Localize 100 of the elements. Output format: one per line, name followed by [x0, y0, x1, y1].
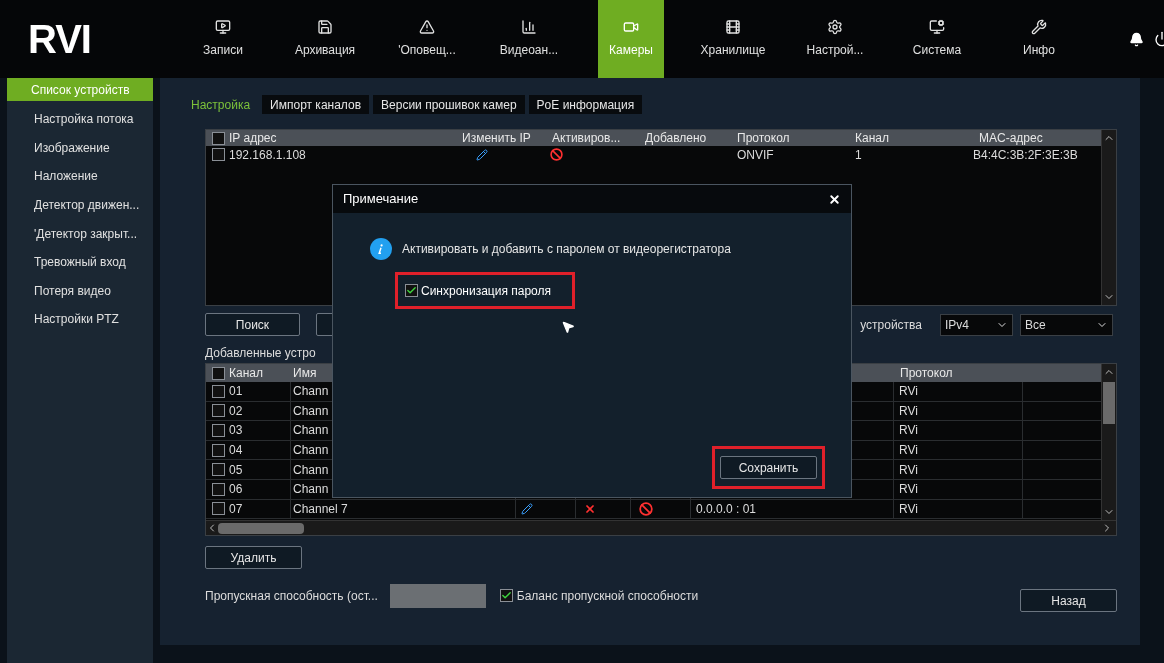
checkbox[interactable]	[499, 589, 513, 602]
scrollbar[interactable]	[1101, 130, 1116, 305]
table-cell-text: Chann	[293, 481, 329, 499]
tab[interactable]: Импорт каналов	[262, 95, 370, 114]
table-cell-text: RVi	[899, 500, 918, 518]
column-header: Протокол	[900, 366, 953, 380]
table-cell-text: 03	[229, 422, 243, 440]
sidebar-item[interactable]: Настройка потока	[7, 105, 153, 134]
table-cell: ONVIF	[737, 147, 774, 162]
sidebar-item[interactable]: Потеря видео	[7, 276, 153, 306]
scroll-thumb[interactable]	[1103, 382, 1115, 424]
table-cell-text: 0.0.0.0 : 01	[696, 500, 757, 518]
table-cell-text: Chann	[293, 461, 329, 479]
cursor-icon	[561, 319, 575, 335]
nav-icon	[521, 19, 537, 35]
delete-button[interactable]: Удалить	[205, 546, 302, 569]
sidebar-item[interactable]: Изображение	[7, 133, 153, 163]
checkbox[interactable]	[212, 482, 225, 496]
nav-tab[interactable]: Система	[904, 0, 970, 78]
column-header: Протокол	[737, 130, 790, 147]
nav-tab[interactable]: Хранилище	[694, 0, 772, 78]
sidebar-item[interactable]: Тревожный вход	[7, 247, 153, 277]
tab[interactable]: PoE информация	[528, 95, 643, 114]
nav-tab[interactable]: Архивация	[288, 0, 362, 78]
table-cell-text: 01	[229, 383, 243, 401]
checkbox-label: Синхронизация пароля	[421, 282, 551, 300]
scrollbar[interactable]	[1101, 364, 1116, 520]
column-header: Канал	[855, 130, 889, 147]
cross-icon	[584, 502, 596, 515]
nav-icon	[623, 19, 639, 35]
table-cell-text: Channel 7	[293, 500, 348, 518]
table-cell-text: 04	[229, 442, 243, 460]
checkbox[interactable]	[212, 384, 225, 398]
dropdown[interactable]: Все	[1020, 313, 1113, 336]
table-cell-text: Chann	[293, 442, 329, 460]
column-header: Имя	[293, 366, 317, 380]
sidebar-item[interactable]: 'Детектор закрыт...	[7, 219, 153, 248]
check-icon	[500, 590, 512, 601]
table-cell-text: RVi	[899, 402, 918, 420]
table-cell-text: 192.168.1.108	[229, 146, 306, 164]
table-cell-text: RVi	[899, 422, 918, 440]
close-icon[interactable]	[828, 192, 841, 206]
table-cell-text: 06	[229, 481, 243, 499]
nav-icon	[1031, 19, 1047, 35]
select-all-checkbox[interactable]	[212, 131, 225, 145]
save-button[interactable]: Сохранить	[720, 456, 817, 479]
logo: RVI	[27, 16, 92, 63]
checkbox-label: Баланс пропускной способности	[516, 587, 699, 605]
select-all-checkbox[interactable]	[212, 366, 225, 380]
dropdown[interactable]: IPv4	[940, 313, 1013, 336]
table-cell: B4:4C:3B:2F:3E:3B	[973, 147, 1078, 162]
nav-tab[interactable]: Настрой...	[800, 0, 870, 78]
table-cell-text: 05	[229, 461, 243, 479]
column-header: Канал	[229, 365, 263, 382]
nav-tab[interactable]: 'Оповещ...	[392, 0, 462, 78]
nav-icon	[827, 19, 843, 35]
search-button[interactable]: Поиск	[205, 313, 300, 336]
info-icon	[370, 238, 392, 260]
tab[interactable]: Версии прошивок камер	[373, 95, 525, 114]
column-header: Изменить IP	[462, 130, 531, 147]
nav-tab[interactable]: Видеоан...	[493, 0, 565, 78]
table-cell-text: Chann	[293, 422, 329, 440]
table-cell-text: 07	[229, 500, 243, 518]
table-cell-text: RVi	[899, 461, 918, 479]
check-icon	[406, 285, 417, 296]
ban-icon	[639, 501, 653, 516]
device-type-label: устройства	[860, 316, 922, 334]
nav-tab[interactable]: Записи	[190, 0, 256, 78]
table-cell-text: RVi	[899, 442, 918, 460]
dialog-message: Активировать и добавить с паролем от видеорегистратора	[402, 241, 731, 258]
nav-icon	[419, 19, 435, 35]
table-cell-text: RVi	[899, 383, 918, 401]
table-cell-text: Chann	[293, 402, 329, 420]
column-header: Добавлено	[645, 130, 707, 147]
checkbox[interactable]	[405, 284, 418, 297]
sidebar-item[interactable]: Детектор движен...	[7, 190, 153, 220]
table-cell-text: 02	[229, 402, 243, 420]
checkbox[interactable]	[212, 443, 225, 457]
pencil-icon[interactable]	[476, 148, 488, 161]
section-label: Добавленные устро	[205, 345, 316, 360]
checkbox[interactable]	[212, 424, 225, 437]
horizontal-scrollbar[interactable]	[206, 520, 1116, 535]
checkbox[interactable]	[212, 404, 225, 418]
nav-icon	[725, 19, 741, 35]
ban-icon	[550, 148, 563, 161]
nav-tab[interactable]: Инфо	[1006, 0, 1072, 78]
sidebar-item[interactable]: Наложение	[7, 162, 153, 191]
checkbox[interactable]	[212, 463, 225, 477]
tab[interactable]: Настройка	[183, 95, 259, 114]
checkbox[interactable]	[212, 502, 225, 516]
checkbox[interactable]	[212, 148, 225, 161]
bell-icon[interactable]	[1129, 31, 1144, 47]
nav-icon	[215, 19, 231, 35]
scroll-thumb[interactable]	[218, 522, 304, 534]
table-cell-text: Chann	[293, 383, 329, 401]
table-cell: 1	[855, 147, 862, 162]
sidebar-item[interactable]: Настройки PTZ	[7, 305, 153, 334]
back-button[interactable]: Назад	[1020, 589, 1117, 612]
pencil-icon[interactable]	[521, 502, 533, 515]
column-header: Активиров...	[552, 130, 621, 147]
